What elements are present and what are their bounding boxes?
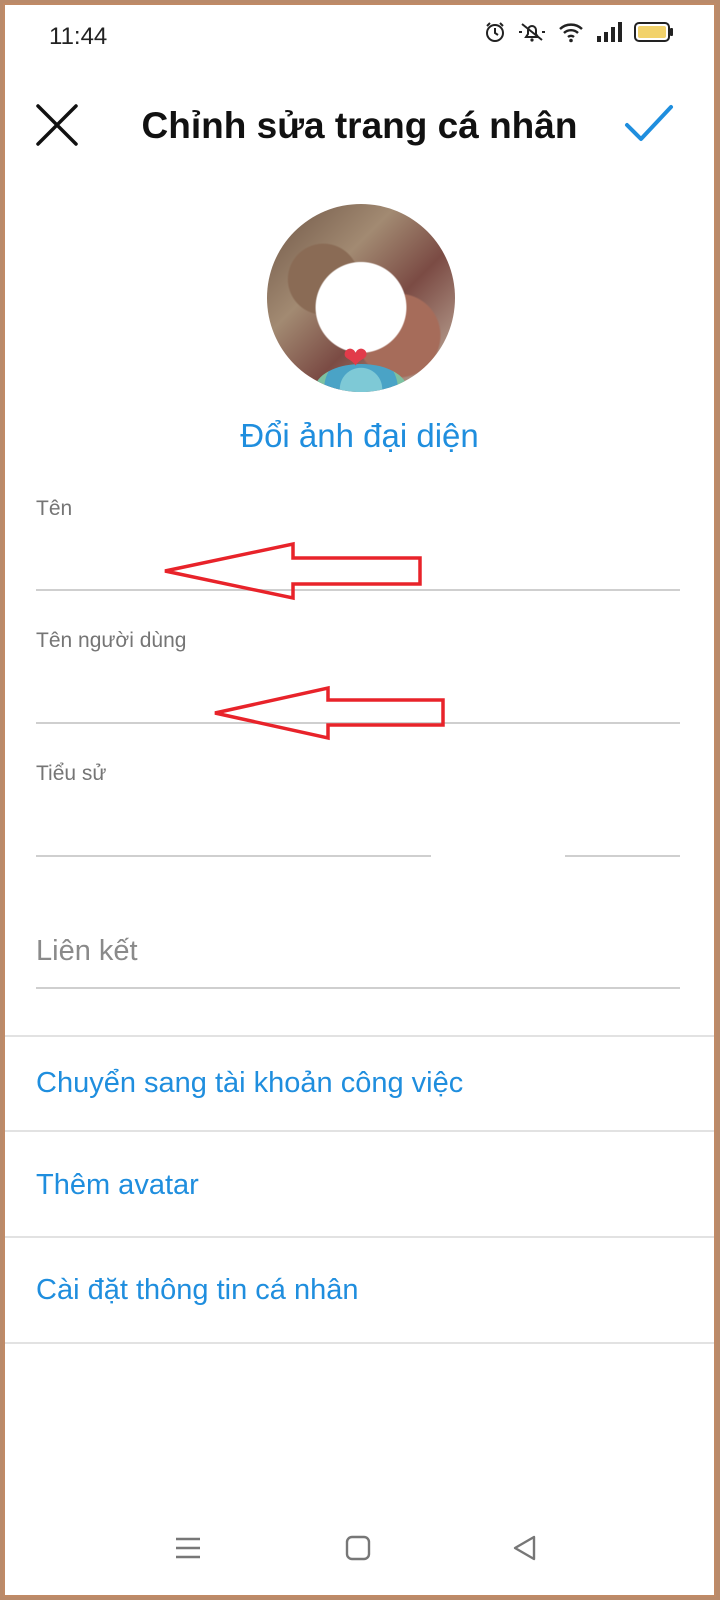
annotation-arrow-username: [214, 685, 445, 741]
check-icon: [625, 105, 673, 141]
top-app-bar: Chỉnh sửa trang cá nhân: [5, 85, 714, 165]
back-button[interactable]: [510, 1533, 540, 1568]
menu-icon: [176, 1537, 200, 1559]
menu-divider: [5, 1236, 714, 1238]
bio-field[interactable]: [36, 795, 680, 850]
home-icon: [345, 1535, 371, 1561]
status-icons: [484, 21, 674, 43]
signal-icon: [596, 21, 622, 43]
status-bar: 11:44: [5, 5, 714, 69]
change-profile-photo-link[interactable]: Đổi ảnh đại diện: [5, 417, 714, 455]
annotation-arrow-name: [164, 541, 422, 601]
username-label: Tên người dùng: [36, 629, 187, 652]
screen-frame: 11:44 Chỉnh sửa trang cá nhân ❤ Đổi ảnh …: [3, 3, 716, 1597]
back-icon: [513, 1535, 536, 1561]
section-divider: [5, 1035, 714, 1037]
bio-field-underline-left: [36, 855, 431, 857]
system-nav-bar: [5, 1535, 714, 1595]
recent-apps-button[interactable]: [173, 1533, 203, 1568]
battery-icon: [634, 21, 674, 43]
mute-icon: [518, 21, 546, 43]
link-field-underline: [36, 987, 680, 989]
name-label: Tên: [36, 497, 73, 520]
add-avatar-link[interactable]: Thêm avatar: [36, 1169, 199, 1202]
heart-icon: ❤: [343, 342, 369, 375]
switch-to-professional-account[interactable]: Chuyển sang tài khoản công việc: [36, 1067, 463, 1100]
menu-divider: [5, 1342, 714, 1344]
profile-avatar[interactable]: ❤: [267, 204, 455, 392]
bio-label: Tiểu sử: [36, 762, 107, 785]
personal-info-settings-link[interactable]: Cài đặt thông tin cá nhân: [36, 1274, 358, 1307]
confirm-button[interactable]: [624, 101, 674, 147]
page-title: Chỉnh sửa trang cá nhân: [141, 105, 578, 146]
bio-field-underline-right: [565, 855, 680, 857]
menu-divider: [5, 1130, 714, 1132]
alarm-icon: [484, 21, 506, 43]
link-field[interactable]: Liên kết: [36, 935, 138, 968]
wifi-icon: [558, 21, 584, 43]
status-time: 11:44: [49, 23, 108, 50]
home-button[interactable]: [343, 1533, 373, 1568]
